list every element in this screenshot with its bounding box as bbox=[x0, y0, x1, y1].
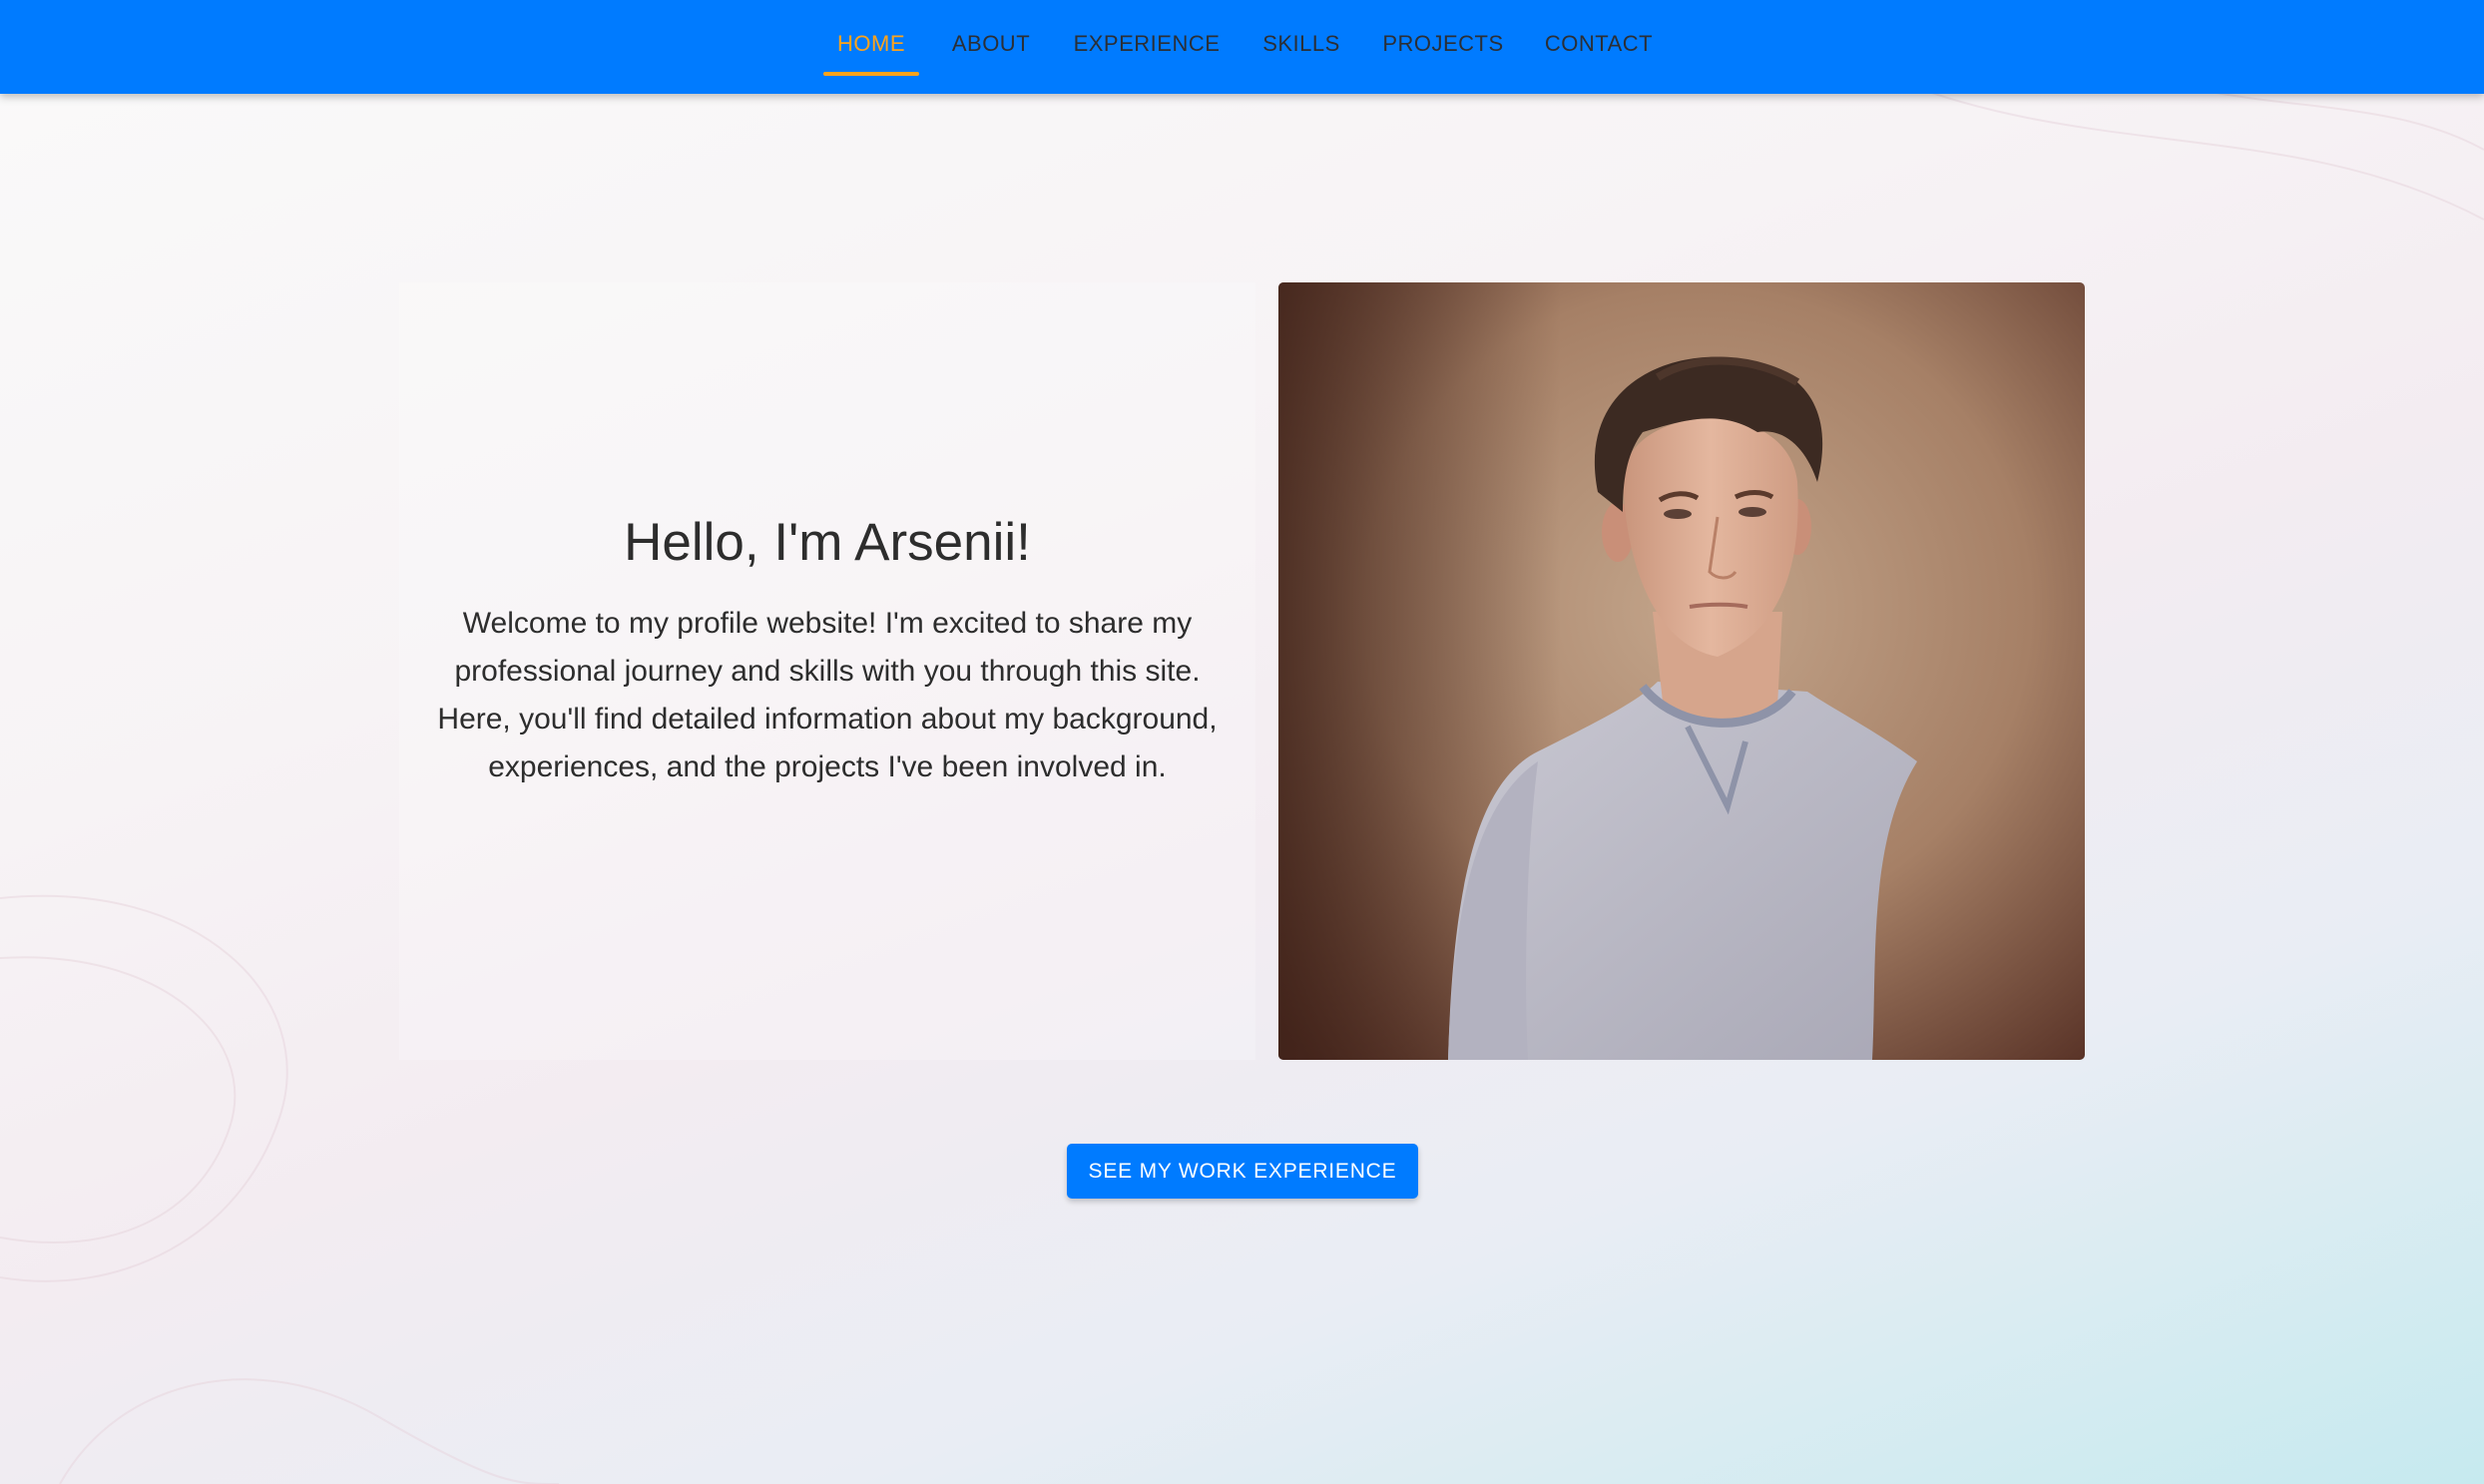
nav-item-projects[interactable]: PROJECTS bbox=[1378, 0, 1508, 76]
nav-item-about[interactable]: ABOUT bbox=[949, 0, 1033, 76]
nav-item-experience[interactable]: EXPERIENCE bbox=[1069, 0, 1225, 76]
nav-item-contact[interactable]: CONTACT bbox=[1542, 0, 1656, 76]
hero-greeting: Hello, I'm Arsenii! bbox=[624, 513, 1031, 572]
intro-card: Hello, I'm Arsenii! Welcome to my profil… bbox=[399, 282, 1255, 1060]
profile-photo bbox=[1278, 282, 2085, 1060]
nav-item-skills[interactable]: SKILLS bbox=[1258, 0, 1344, 76]
top-navbar: HOME ABOUT EXPERIENCE SKILLS PROJECTS CO… bbox=[0, 0, 2484, 94]
nav-item-home[interactable]: HOME bbox=[823, 0, 919, 76]
portrait-image bbox=[1278, 282, 2085, 1060]
hero-intro-text: Welcome to my profile website! I'm excit… bbox=[437, 607, 1218, 783]
see-work-experience-button[interactable]: SEE MY WORK EXPERIENCE bbox=[1067, 1144, 1418, 1199]
